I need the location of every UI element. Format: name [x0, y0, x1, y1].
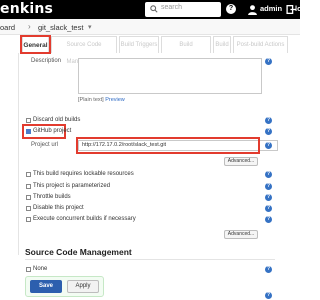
parameterized-label: This project is parameterized [33, 183, 111, 189]
help-icon[interactable]: ? [226, 4, 236, 14]
concurrent-builds-label: Execute concurrent builds if necessary [33, 216, 136, 222]
general-tab-highlight [20, 35, 51, 54]
help-icon[interactable]: ? [265, 194, 272, 201]
search-box[interactable]: search [145, 2, 221, 17]
throttle-builds-label: Throttle builds [33, 194, 71, 200]
scm-none-label: None [33, 266, 48, 272]
scm-none-radio[interactable] [26, 267, 31, 272]
apply-button[interactable]: Apply [67, 280, 99, 293]
plain-text-label: [Plain text] [78, 97, 104, 103]
github-project-checkbox[interactable] [26, 129, 31, 134]
config-tabs: General Source Code Management Build Tri… [18, 36, 300, 65]
throttle-builds-checkbox[interactable] [26, 195, 31, 200]
help-icon[interactable]: ? [265, 266, 272, 273]
description-preview: [Plain text] Preview [78, 97, 125, 103]
breadcrumb-job[interactable]: git_slack_test [38, 23, 83, 32]
help-icon[interactable]: ? [265, 216, 272, 223]
scm-section-title: Source Code Management [25, 247, 132, 257]
advanced-button[interactable]: Advanced... [224, 157, 258, 166]
disable-project-checkbox[interactable] [26, 206, 31, 211]
user-icon [248, 5, 257, 15]
scm-divider [25, 259, 275, 260]
preview-link[interactable]: Preview [105, 97, 125, 103]
help-icon[interactable]: ? [265, 142, 272, 149]
parameterized-checkbox[interactable] [26, 184, 31, 189]
save-button[interactable]: Save [30, 280, 62, 293]
top-header: enkins search ? admin lo [0, 0, 302, 19]
description-label: Description [31, 58, 62, 64]
user-link[interactable]: admin [260, 4, 282, 13]
search-placeholder: search [161, 4, 183, 11]
help-icon[interactable]: ? [265, 117, 272, 124]
disable-project-label: Disable this project [33, 205, 84, 211]
project-url-label: Project url [31, 142, 59, 148]
description-textarea[interactable] [78, 58, 262, 94]
github-project-label: GitHub project [33, 128, 72, 134]
tab-post-build-actions[interactable]: Post-build Actions [233, 36, 288, 53]
discard-old-builds-checkbox[interactable] [26, 118, 31, 123]
concurrent-builds-checkbox[interactable] [26, 217, 31, 222]
help-icon[interactable]: ? [265, 292, 272, 299]
project-url-highlight [76, 137, 260, 154]
breadcrumb: oard › git_slack_test ▾ [0, 19, 300, 35]
tab-build-environment[interactable]: Build Environment [161, 36, 211, 65]
tab-source-code-management[interactable]: Source Code Management [51, 36, 117, 65]
logout-link[interactable]: lo [295, 4, 302, 13]
search-icon [150, 5, 158, 13]
tab-build-triggers[interactable]: Build Triggers [119, 36, 159, 53]
help-icon[interactable]: ? [265, 171, 272, 178]
advanced-button-2[interactable]: Advanced... [224, 230, 258, 239]
help-icon[interactable]: ? [265, 205, 272, 212]
help-icon[interactable]: ? [265, 58, 272, 65]
lockable-resources-label: This build requires lockable resources [33, 171, 134, 177]
breadcrumb-separator: › [28, 22, 31, 31]
tab-build[interactable]: Build [213, 36, 231, 53]
help-icon[interactable]: ? [265, 183, 272, 190]
breadcrumb-dropdown-icon[interactable]: ▾ [88, 23, 92, 31]
lockable-resources-checkbox[interactable] [26, 172, 31, 177]
discard-old-builds-label: Discard old builds [33, 117, 81, 123]
breadcrumb-dashboard[interactable]: oard [0, 23, 15, 32]
jenkins-brand[interactable]: enkins [0, 1, 53, 17]
help-icon[interactable]: ? [265, 128, 272, 135]
